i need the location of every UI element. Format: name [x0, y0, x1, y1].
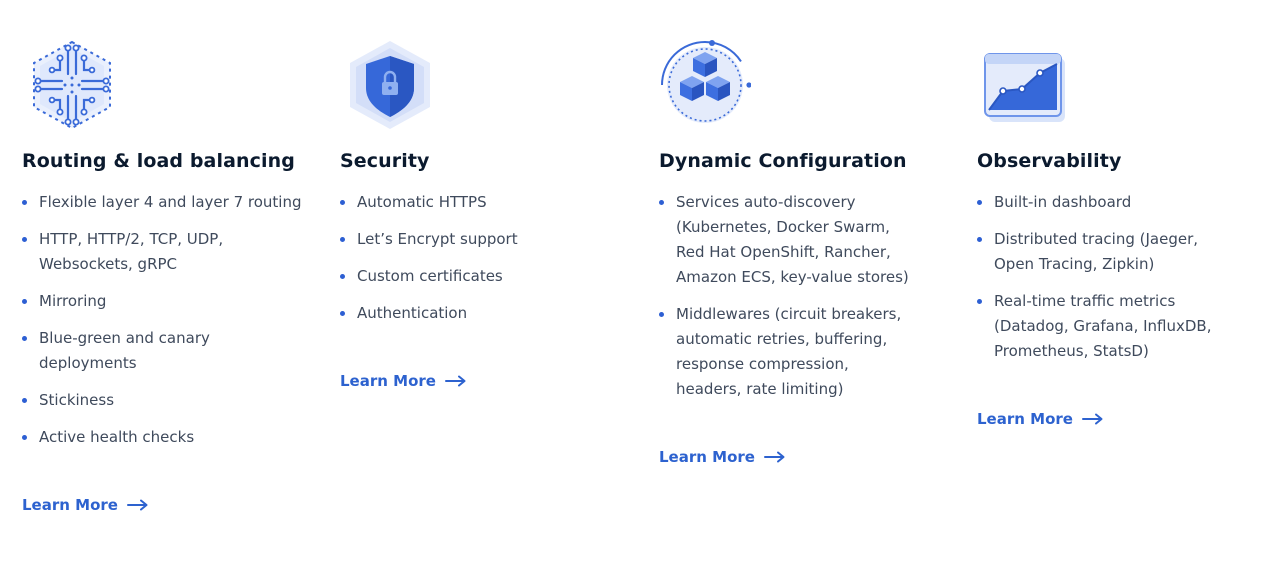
line-chart-icon: [984, 53, 1065, 122]
feature-title: Security: [340, 150, 430, 172]
features-section: Routing & load balancing Flexible layer …: [0, 0, 1285, 585]
learn-more-label: Learn More: [340, 372, 436, 390]
learn-more-link-security[interactable]: Learn More: [340, 371, 467, 391]
feature-observability: Observability Built-in dashboard Distrib…: [977, 38, 1267, 429]
list-item: Real-time traffic metrics (Datadog, Graf…: [977, 289, 1227, 364]
feature-list: Flexible layer 4 and layer 7 routing HTT…: [22, 190, 312, 450]
feature-routing: Routing & load balancing Flexible layer …: [22, 38, 312, 515]
feature-list: Built-in dashboard Distributed tracing (…: [977, 190, 1227, 364]
list-item: Automatic HTTPS: [340, 190, 630, 215]
feature-security: Security Automatic HTTPS Let’s Encrypt s…: [340, 38, 630, 391]
list-item: Mirroring: [22, 289, 312, 314]
arrow-right-icon: [1081, 413, 1103, 425]
learn-more-link-dynamic-configuration[interactable]: Learn More: [659, 447, 786, 467]
feature-list: Services auto-discovery (Kubernetes, Doc…: [659, 190, 909, 402]
learn-more-link-observability[interactable]: Learn More: [977, 409, 1104, 429]
circuit-hexagon-icon: [33, 40, 111, 130]
list-item: Authentication: [340, 301, 630, 326]
list-item: Blue-green and canary deployments: [22, 326, 312, 376]
list-item: Custom certificates: [340, 264, 630, 289]
list-item: Built-in dashboard: [977, 190, 1227, 215]
learn-more-label: Learn More: [977, 410, 1073, 428]
list-item: Distributed tracing (Jaeger, Open Tracin…: [977, 227, 1227, 277]
cubes-cycle-icon: [661, 40, 751, 129]
learn-more-label: Learn More: [659, 448, 755, 466]
feature-title: Observability: [977, 150, 1122, 172]
list-item: HTTP, HTTP/2, TCP, UDP, Websockets, gRPC: [22, 227, 312, 277]
arrow-right-icon: [763, 451, 785, 463]
learn-more-link-routing[interactable]: Learn More: [22, 495, 149, 515]
list-item: Active health checks: [22, 425, 312, 450]
list-item: Flexible layer 4 and layer 7 routing: [22, 190, 312, 215]
list-item: Services auto-discovery (Kubernetes, Doc…: [659, 190, 909, 290]
feature-title: Routing & load balancing: [22, 150, 295, 172]
shield-lock-icon: [350, 41, 430, 129]
feature-list: Automatic HTTPS Let’s Encrypt support Cu…: [340, 190, 630, 326]
arrow-right-icon: [444, 375, 466, 387]
arrow-right-icon: [126, 499, 148, 511]
list-item: Stickiness: [22, 388, 312, 413]
learn-more-label: Learn More: [22, 496, 118, 514]
list-item: Let’s Encrypt support: [340, 227, 630, 252]
feature-title: Dynamic Configuration: [659, 150, 907, 172]
feature-dynamic-configuration: Dynamic Configuration Services auto-disc…: [659, 38, 949, 467]
list-item: Middlewares (circuit breakers, automatic…: [659, 302, 909, 402]
